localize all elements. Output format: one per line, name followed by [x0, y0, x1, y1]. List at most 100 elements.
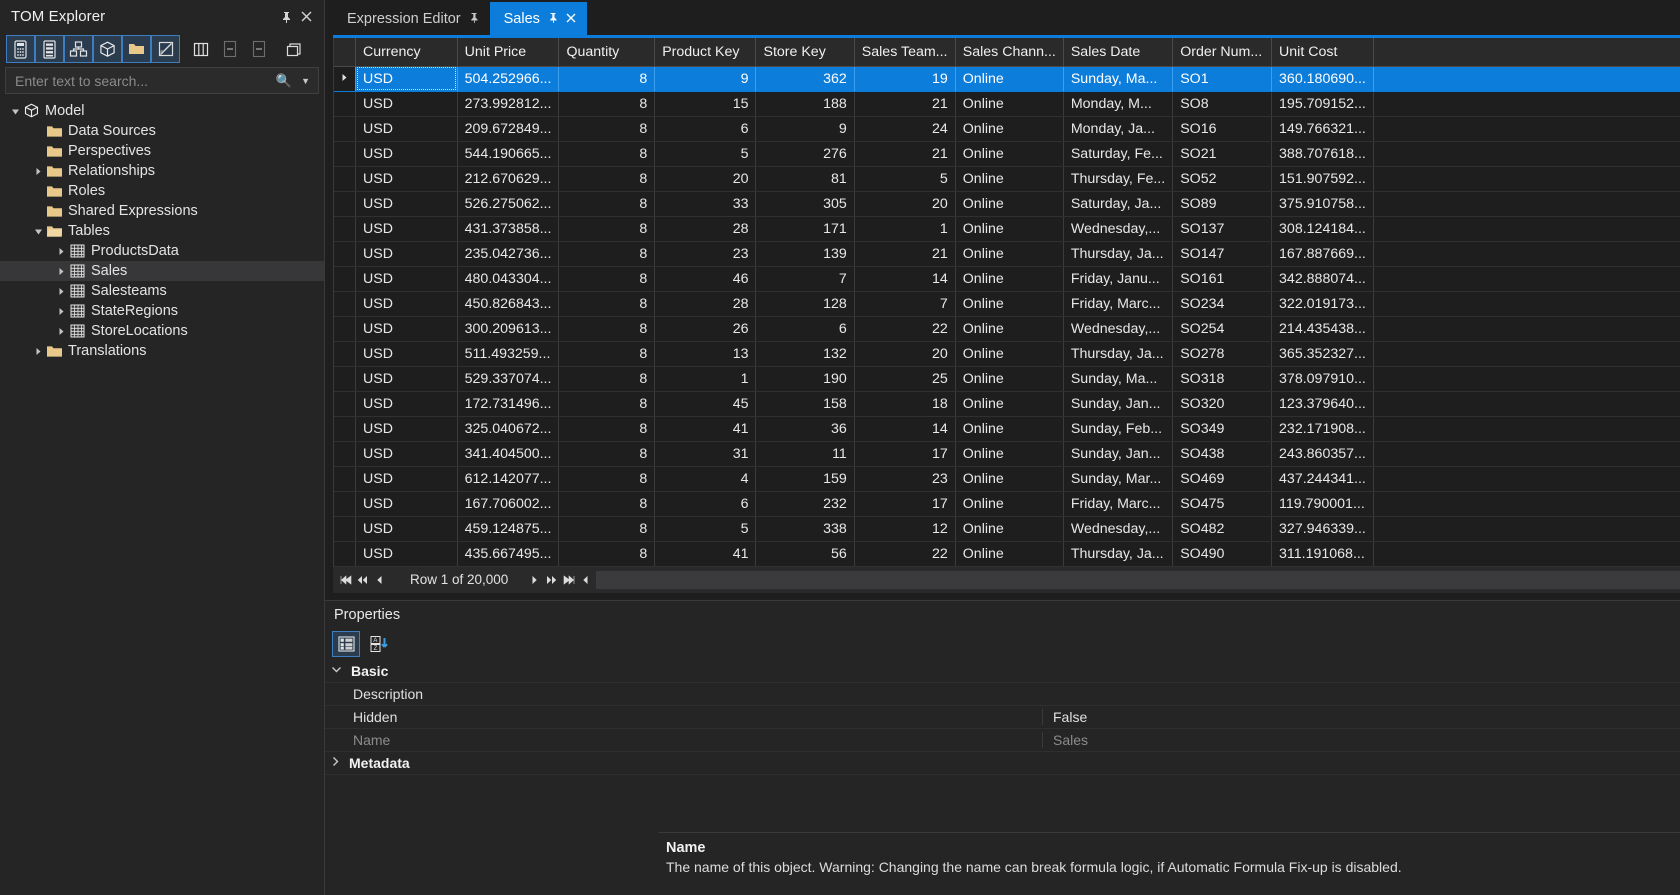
model-cube-icon[interactable] — [93, 35, 122, 63]
cell-unit-price[interactable]: 529.337074... — [457, 366, 560, 392]
cell-unit-cost[interactable]: 214.435438... — [1271, 316, 1374, 342]
grid-row[interactable]: USD 341.404500... 8 31 11 17 Online Sunday, Jan… — [334, 441, 1680, 467]
cell-quantity[interactable]: 8 — [558, 66, 656, 92]
cell-store-key[interactable]: 305 — [755, 191, 855, 217]
cell-store-key[interactable]: 190 — [755, 366, 855, 392]
chevron-right-icon[interactable] — [31, 347, 45, 356]
cell-sales-team[interactable]: 24 — [854, 116, 956, 142]
grid-row[interactable]: USD 300.209613... 8 26 6 22 Online Wednesday,..… — [334, 316, 1680, 342]
cell-unit-cost[interactable]: 378.097910... — [1271, 366, 1374, 392]
measures-icon[interactable] — [6, 35, 35, 63]
cell-sales-chann[interactable]: Online — [955, 116, 1064, 142]
cell-unit-price[interactable]: 511.493259... — [457, 341, 560, 367]
cell-order-num[interactable]: SO490 — [1172, 541, 1273, 567]
pin-icon[interactable] — [548, 12, 558, 26]
grid-row[interactable]: USD 612.142077... 8 4 159 23 Online Sunday, Mar… — [334, 466, 1680, 492]
cell-store-key[interactable]: 36 — [755, 416, 855, 442]
cell-product-key[interactable]: 41 — [654, 416, 757, 442]
cell-sales-chann[interactable]: Online — [955, 66, 1064, 92]
cell-sales-date[interactable]: Monday, Ja... — [1063, 116, 1174, 142]
cell-order-num[interactable]: SO89 — [1172, 191, 1273, 217]
grid-row[interactable]: USD 325.040672... 8 41 36 14 Online Sunday, Feb… — [334, 416, 1680, 442]
data-grid[interactable]: Currency Unit Price Quantity Product Key Sto… — [333, 38, 1680, 567]
tree-item-data-sources[interactable]: Data Sources — [0, 121, 324, 141]
cell-product-key[interactable]: 41 — [654, 541, 757, 567]
cell-unit-cost[interactable]: 360.180690... — [1271, 66, 1374, 92]
cell-quantity[interactable]: 8 — [558, 516, 656, 542]
cell-currency[interactable]: USD — [355, 366, 458, 392]
cell-sales-chann[interactable]: Online — [955, 366, 1064, 392]
row-selector-cell[interactable] — [334, 291, 356, 317]
cell-sales-team[interactable]: 17 — [854, 441, 956, 467]
new-window-icon[interactable] — [279, 35, 308, 63]
property-group-basic[interactable]: Basic — [325, 660, 1680, 683]
cell-sales-chann[interactable]: Online — [955, 466, 1064, 492]
cell-quantity[interactable]: 8 — [558, 141, 656, 167]
cell-sales-team[interactable]: 14 — [854, 266, 956, 292]
cell-quantity[interactable]: 8 — [558, 266, 656, 292]
cell-order-num[interactable]: SO52 — [1172, 166, 1273, 192]
cell-order-num[interactable]: SO1 — [1172, 66, 1273, 92]
collapse-all-icon[interactable] — [244, 35, 273, 63]
folders-icon[interactable] — [122, 35, 151, 63]
cell-quantity[interactable]: 8 — [558, 191, 656, 217]
previous-record-icon[interactable] — [371, 570, 388, 590]
row-selector-cell[interactable] — [334, 541, 356, 567]
cell-unit-price[interactable]: 341.404500... — [457, 441, 560, 467]
cell-unit-cost[interactable]: 123.379640... — [1271, 391, 1374, 417]
tab-sales[interactable]: Sales — [489, 2, 587, 35]
cell-sales-chann[interactable]: Online — [955, 141, 1064, 167]
row-selector-cell[interactable] — [334, 366, 356, 392]
chevron-right-icon[interactable] — [54, 327, 68, 336]
cell-order-num[interactable]: SO161 — [1172, 266, 1273, 292]
cell-sales-chann[interactable]: Online — [955, 516, 1064, 542]
row-selector-cell[interactable] — [334, 416, 356, 442]
cell-sales-chann[interactable]: Online — [955, 241, 1064, 267]
hidden-objects-icon[interactable] — [151, 35, 180, 63]
cell-currency[interactable]: USD — [355, 391, 458, 417]
cell-order-num[interactable]: SO482 — [1172, 516, 1273, 542]
cell-sales-date[interactable]: Thursday, Fe... — [1063, 166, 1174, 192]
current-row-indicator-icon[interactable] — [334, 66, 356, 92]
chevron-right-icon[interactable] — [331, 756, 340, 770]
property-row-description[interactable]: Description — [325, 683, 1680, 706]
chevron-right-icon[interactable] — [54, 267, 68, 276]
cell-product-key[interactable]: 28 — [654, 216, 757, 242]
cell-sales-team[interactable]: 21 — [854, 91, 956, 117]
cell-sales-team[interactable]: 20 — [854, 341, 956, 367]
tree-item-model[interactable]: Model — [0, 101, 324, 121]
row-selector-header[interactable] — [334, 38, 356, 67]
cell-unit-price[interactable]: 235.042736... — [457, 241, 560, 267]
cell-unit-cost[interactable]: 243.860357... — [1271, 441, 1374, 467]
cell-sales-team[interactable]: 1 — [854, 216, 956, 242]
cell-unit-cost[interactable]: 365.352327... — [1271, 341, 1374, 367]
next-record-icon[interactable] — [526, 570, 543, 590]
cell-quantity[interactable]: 8 — [558, 291, 656, 317]
column-header-store-key[interactable]: Store Key — [755, 38, 855, 67]
cell-sales-team[interactable]: 25 — [854, 366, 956, 392]
cell-product-key[interactable]: 26 — [654, 316, 757, 342]
cell-currency[interactable]: USD — [355, 216, 458, 242]
row-selector-cell[interactable] — [334, 241, 356, 267]
chevron-right-icon[interactable] — [54, 307, 68, 316]
row-selector-cell[interactable] — [334, 516, 356, 542]
cell-currency[interactable]: USD — [355, 291, 458, 317]
alphabetical-sort-icon[interactable]: AZ — [365, 631, 393, 657]
cell-sales-chann[interactable]: Online — [955, 416, 1064, 442]
cell-store-key[interactable]: 276 — [755, 141, 855, 167]
cell-unit-cost[interactable]: 327.946339... — [1271, 516, 1374, 542]
chevron-right-icon[interactable] — [31, 167, 45, 176]
grid-row[interactable]: USD 504.252966... 8 9 362 19 Online Sunday, Ma.… — [334, 66, 1680, 92]
cell-currency[interactable]: USD — [355, 466, 458, 492]
property-value[interactable]: False — [1042, 708, 1680, 725]
cell-unit-price[interactable]: 526.275062... — [457, 191, 560, 217]
cell-quantity[interactable]: 8 — [558, 316, 656, 342]
cell-quantity[interactable]: 8 — [558, 166, 656, 192]
cell-quantity[interactable]: 8 — [558, 216, 656, 242]
tree-item-stateregions[interactable]: StateRegions — [0, 301, 324, 321]
model-tree[interactable]: Model Data Sources Perspectives Relationshi… — [0, 97, 324, 895]
cell-currency[interactable]: USD — [355, 541, 458, 567]
cell-unit-price[interactable]: 480.043304... — [457, 266, 560, 292]
cell-currency[interactable]: USD — [355, 441, 458, 467]
cell-sales-team[interactable]: 7 — [854, 291, 956, 317]
